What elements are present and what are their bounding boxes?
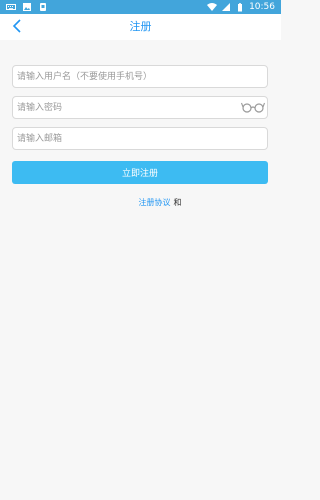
keyboard-icon (6, 2, 16, 12)
app-bar: 注册 (0, 14, 281, 40)
password-input[interactable] (12, 96, 268, 119)
page-title: 注册 (129, 20, 152, 33)
battery-icon (235, 2, 245, 12)
status-right-icons: 10:56 (207, 0, 275, 14)
glasses-icon (240, 98, 266, 117)
status-bar: 10:56 (0, 0, 281, 14)
status-left-icons (6, 0, 48, 14)
register-button[interactable]: 立即注册 (12, 161, 268, 184)
agreement-link[interactable]: 注册协议 (139, 198, 171, 207)
username-input[interactable] (12, 65, 268, 88)
image-icon (22, 2, 32, 12)
signal-icon (221, 2, 231, 12)
email-input[interactable] (12, 127, 268, 150)
android-icon (38, 2, 48, 12)
agreement-line: 注册协议和 (0, 197, 320, 208)
password-visibility-toggle[interactable] (240, 98, 266, 116)
wifi-icon (207, 2, 218, 12)
status-time: 10:56 (249, 2, 275, 12)
agreement-and-text: 和 (173, 198, 182, 207)
